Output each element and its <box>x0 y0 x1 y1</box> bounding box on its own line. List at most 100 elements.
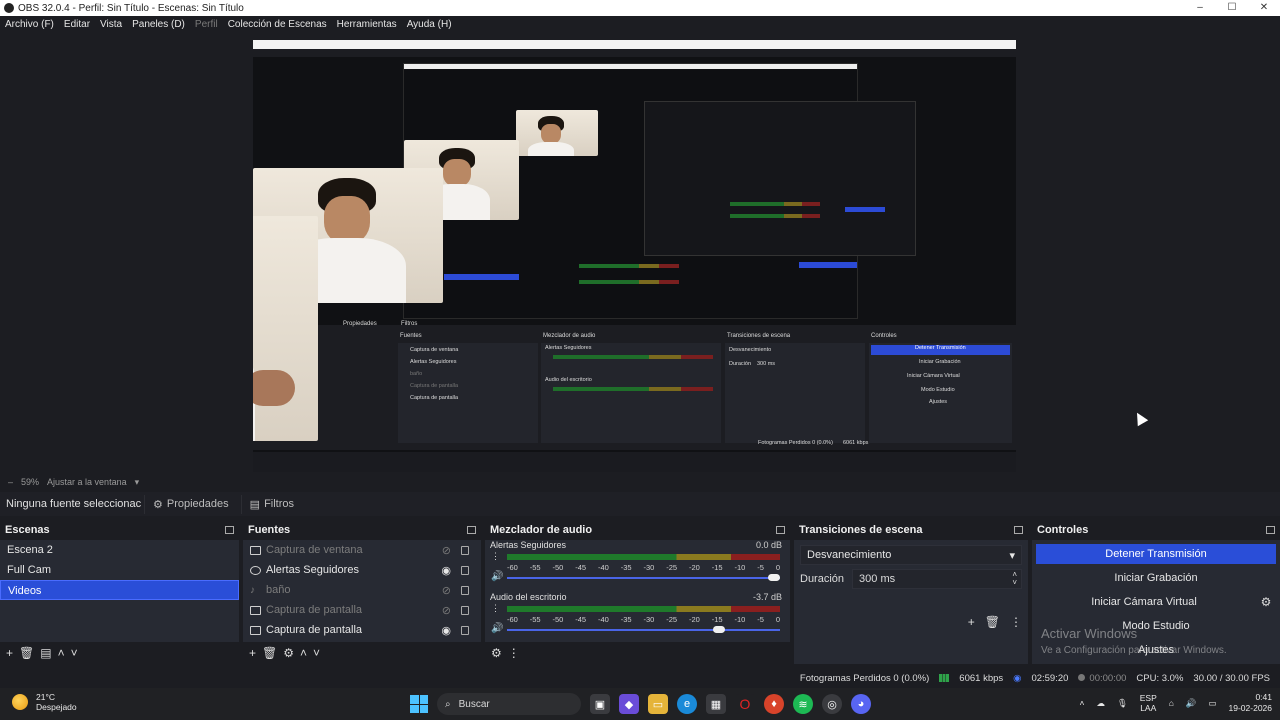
eye-hidden-icon[interactable]: ⊘ <box>442 584 451 597</box>
stop-streaming-button[interactable]: Detener Transmisión <box>1036 544 1276 564</box>
menu-help[interactable]: Ayuda (H) <box>402 19 457 30</box>
source-item[interactable]: Captura de pantalla ◉ <box>243 620 481 640</box>
move-up-icon[interactable]: ˄ <box>300 646 307 660</box>
lock-icon[interactable] <box>461 566 469 575</box>
windows-start-icon[interactable] <box>410 695 428 713</box>
preview-canvas[interactable]: Propiedades Filtros Fuentes Captura de v… <box>253 40 1016 472</box>
battery-icon[interactable]: ▭ <box>1208 698 1216 709</box>
start-recording-button[interactable]: Iniciar Grabación <box>1036 568 1276 588</box>
microphone-icon[interactable]: 🎙 <box>1117 698 1128 709</box>
add-icon[interactable]: + <box>968 615 975 629</box>
language-indicator[interactable]: ESP LAA <box>1140 693 1157 713</box>
source-item[interactable]: Captura de pantalla ⊘ <box>243 600 481 620</box>
speaker-icon[interactable]: 🔊 <box>491 623 503 634</box>
gear-icon[interactable]: ⚙ <box>1256 595 1276 609</box>
undock-icon[interactable] <box>225 526 234 534</box>
undock-icon[interactable] <box>1266 526 1275 534</box>
source-item[interactable]: Captura de ventana ⊘ <box>243 540 481 560</box>
speaker-icon[interactable]: 🔊 <box>491 571 503 582</box>
task-view-icon[interactable]: ▣ <box>590 694 610 714</box>
transition-select[interactable]: Desvanecimiento ▾ <box>800 545 1022 565</box>
volume-slider[interactable] <box>507 574 780 581</box>
nested-status: Fotogramas Perdidos 0 (0.0%) <box>758 440 833 446</box>
scene-item[interactable]: Full Cam <box>0 560 239 580</box>
mixer-settings-icon[interactable]: ⚙ <box>491 646 502 660</box>
add-icon[interactable]: + <box>249 646 256 660</box>
gear-icon[interactable]: ⚙ <box>283 646 294 660</box>
source-item[interactable]: Alertas Seguidores ◉ <box>243 560 481 580</box>
undock-icon[interactable] <box>776 526 785 534</box>
trash-icon[interactable]: 🗑 <box>985 615 1000 629</box>
minimize-button[interactable]: – <box>1184 0 1216 16</box>
lock-icon[interactable] <box>461 586 469 595</box>
kebab-menu-icon[interactable]: ⋮ <box>1010 615 1022 629</box>
zoom-out-button[interactable]: – <box>8 477 13 487</box>
file-explorer-icon[interactable]: ▭ <box>648 694 668 714</box>
chevron-up-icon[interactable]: ˄ <box>1079 698 1084 708</box>
undock-icon[interactable] <box>467 526 476 534</box>
duration-input[interactable]: 300 ms ˄ ˅ <box>852 569 1022 589</box>
trash-icon[interactable]: 🗑 <box>262 646 277 660</box>
nested-stop-label: Detener Transmisión <box>915 345 966 351</box>
network-icon[interactable]: ⌂ <box>1169 698 1174 708</box>
store-icon[interactable]: ▦ <box>706 694 726 714</box>
lang-bottom: LAA <box>1140 703 1157 713</box>
weather-widget[interactable]: 21°C Despejado <box>12 692 77 712</box>
clock[interactable]: 0:41 19-02-2026 <box>1229 692 1272 714</box>
spinner-icon[interactable]: ˄ ˅ <box>1012 571 1017 587</box>
cloud-icon[interactable]: ☁ <box>1096 698 1105 709</box>
eye-icon[interactable]: ◉ <box>441 564 451 577</box>
preview-area[interactable]: Propiedades Filtros Fuentes Captura de v… <box>0 32 1280 474</box>
zoom-fit-button[interactable]: Ajustar a la ventana <box>47 477 127 487</box>
menu-view[interactable]: Vista <box>95 19 127 30</box>
spotify-icon[interactable]: ≋ <box>793 694 813 714</box>
eye-icon[interactable]: ◉ <box>441 624 451 637</box>
source-item[interactable]: ♪ baño ⊘ <box>243 580 481 600</box>
taskbar-search[interactable]: ⌕ Buscar <box>437 693 581 715</box>
copilot-icon[interactable]: ◆ <box>619 694 639 714</box>
filters-button[interactable]: ▤ Filtros <box>240 494 302 514</box>
move-down-icon[interactable]: ˅ <box>313 646 320 660</box>
nested-source: Captura de ventana <box>410 347 459 353</box>
eye-hidden-icon[interactable]: ⊘ <box>442 604 451 617</box>
volume-icon[interactable]: 🔊 <box>1186 698 1197 709</box>
eye-hidden-icon[interactable]: ⊘ <box>442 544 451 557</box>
kebab-menu-icon[interactable]: ⋮ <box>508 646 520 660</box>
menu-scene-collection[interactable]: Colección de Escenas <box>223 19 332 30</box>
lock-icon[interactable] <box>461 606 469 615</box>
nested-track: Audio del escritorio <box>545 377 592 383</box>
volume-handle[interactable] <box>768 574 780 581</box>
kebab-menu-icon[interactable]: ⋮ <box>491 604 500 613</box>
discord-icon[interactable]: ◕ <box>851 694 871 714</box>
start-virtual-camera-button[interactable]: Iniciar Cámara Virtual <box>1036 592 1252 612</box>
obs-icon[interactable]: ◎ <box>822 694 842 714</box>
volume-slider[interactable] <box>507 626 780 633</box>
menu-tools[interactable]: Herramientas <box>332 19 402 30</box>
nested-panel-title: Controles <box>871 333 897 339</box>
lock-icon[interactable] <box>461 626 469 635</box>
move-up-icon[interactable]: ˄ <box>58 646 65 660</box>
move-down-icon[interactable]: ˅ <box>71 646 78 660</box>
scene-item-active[interactable]: Videos <box>0 580 239 600</box>
menu-edit[interactable]: Editar <box>59 19 95 30</box>
chevron-down-icon[interactable]: ▾ <box>135 477 140 488</box>
bitrate: 6061 kbps <box>959 672 1004 684</box>
menu-file[interactable]: Archivo (F) <box>0 19 59 30</box>
properties-button[interactable]: ⚙ Propiedades <box>144 494 237 514</box>
undock-icon[interactable] <box>1014 526 1023 534</box>
track-db: 0.0 dB <box>755 540 782 550</box>
scene-item[interactable]: Escena 2 <box>0 540 239 560</box>
maximize-button[interactable]: ☐ <box>1216 0 1248 16</box>
trash-icon[interactable]: 🗑 <box>19 646 34 660</box>
sun-icon <box>12 694 28 710</box>
close-button[interactable]: ✕ <box>1248 0 1280 16</box>
opera-icon[interactable]: O <box>735 694 755 714</box>
brave-icon[interactable]: ♦ <box>764 694 784 714</box>
edge-icon[interactable]: e <box>677 694 697 714</box>
volume-handle[interactable] <box>713 626 726 633</box>
kebab-menu-icon[interactable]: ⋮ <box>491 552 500 561</box>
lock-icon[interactable] <box>461 546 469 555</box>
filter-icon[interactable]: ▤ <box>40 646 51 660</box>
menu-docks[interactable]: Paneles (D) <box>127 19 190 30</box>
add-icon[interactable]: + <box>6 646 13 660</box>
